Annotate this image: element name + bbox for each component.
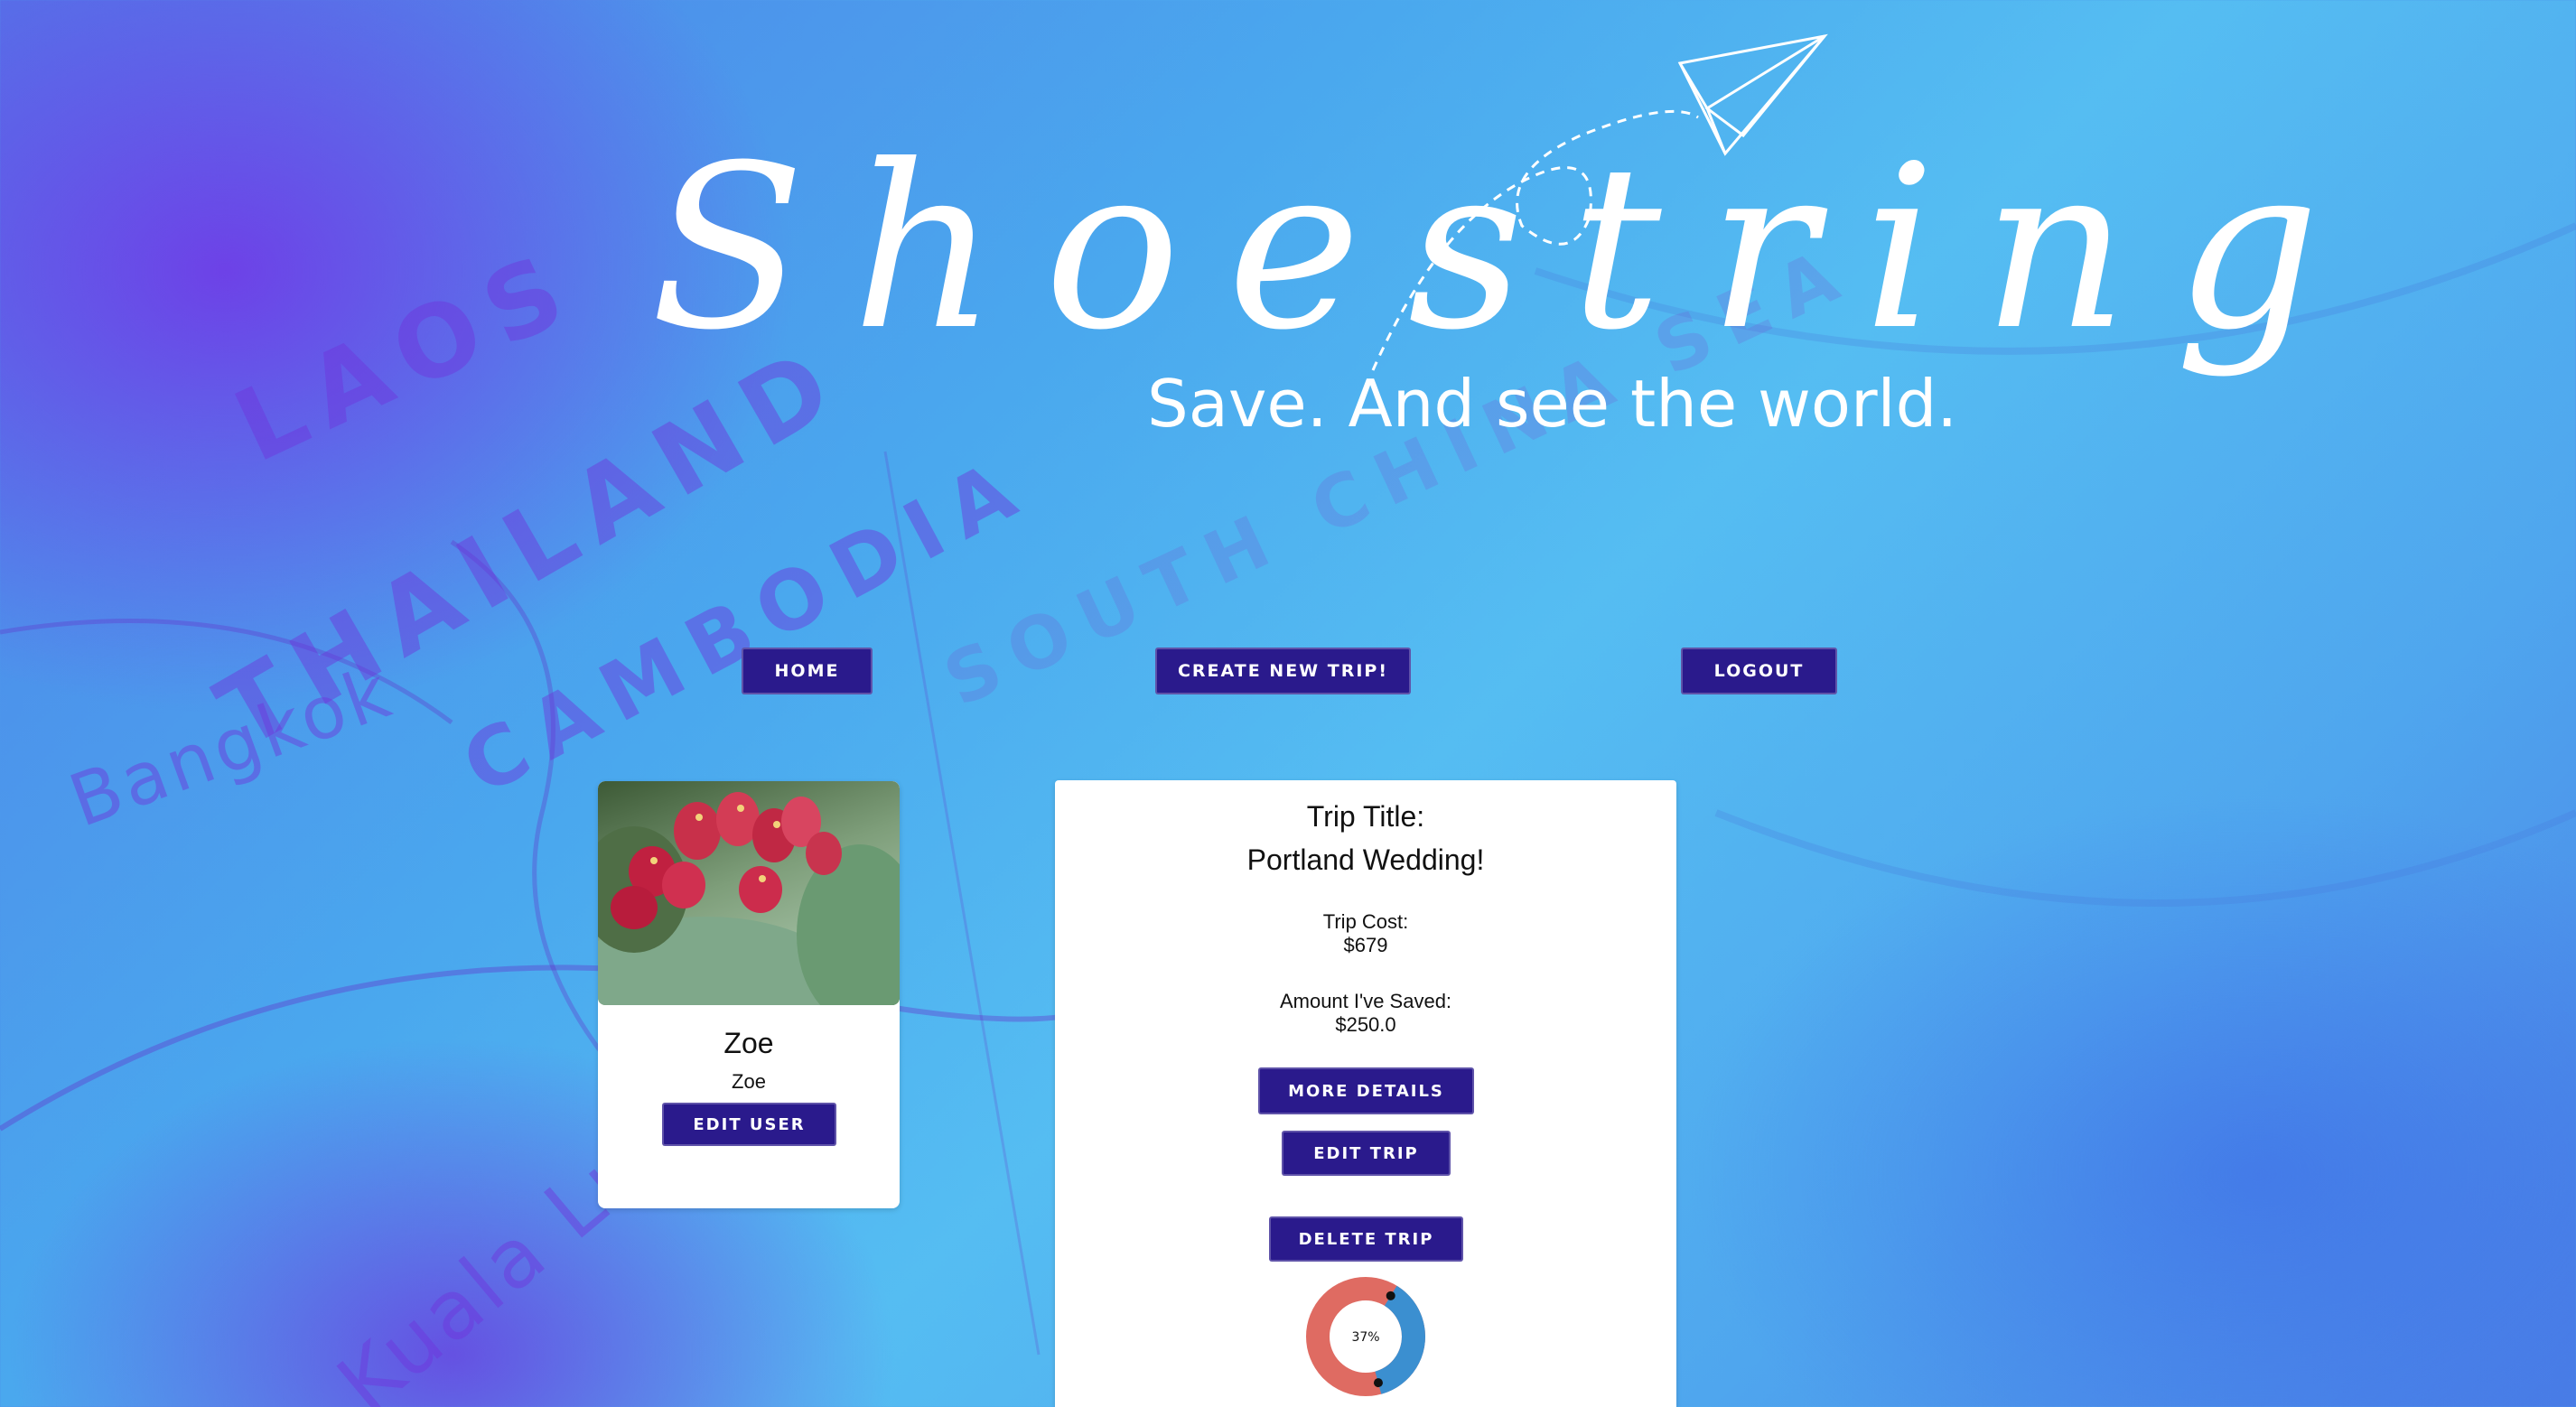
donut-marker-start (1386, 1291, 1395, 1300)
edit-trip-button[interactable]: EDIT TRIP (1282, 1131, 1451, 1176)
trip-title-value: Portland Wedding! (1246, 843, 1485, 876)
amount-saved-label: Amount I've Saved: (1279, 990, 1452, 1012)
user-avatar-photo (598, 781, 900, 1005)
map-label-cambodia: CAMBODIA (447, 436, 1045, 815)
delete-trip-button[interactable]: DELETE TRIP (1269, 1216, 1463, 1262)
donut-chart: 37% (1306, 1277, 1425, 1396)
map-label-bangkok: Bangkok (59, 649, 404, 843)
trip-card: Trip Title: Portland Wedding! Trip Cost:… (1055, 780, 1676, 1407)
map-label-laos: LAOS (218, 227, 595, 485)
donut-marker-end (1373, 1378, 1383, 1388)
user-username: Zoe (732, 1070, 766, 1093)
trip-cost-value: $679 (1343, 934, 1388, 956)
logout-button[interactable]: LOGOUT (1681, 648, 1837, 694)
user-display-name: Zoe (723, 1027, 774, 1059)
amount-saved-value: $250.0 (1335, 1013, 1396, 1036)
user-card: Zoe Zoe EDIT USER (598, 781, 900, 1208)
logo-title: Shoestring (650, 116, 2367, 379)
cactus-fruit-image (598, 792, 900, 1005)
create-new-trip-button[interactable]: CREATE NEW TRIP! (1155, 648, 1411, 694)
trip-title-label: Trip Title: (1306, 800, 1425, 833)
home-button[interactable]: HOME (742, 648, 873, 694)
logo-tagline: Save. And see the world. (1147, 366, 1958, 442)
edit-user-button[interactable]: EDIT USER (662, 1103, 836, 1146)
donut-percent-label: 37% (1351, 1330, 1379, 1345)
trip-cost-label: Trip Cost: (1322, 910, 1409, 933)
more-details-button[interactable]: MORE DETAILS (1258, 1067, 1474, 1114)
savings-progress-donut: 37% (1304, 1275, 1427, 1398)
